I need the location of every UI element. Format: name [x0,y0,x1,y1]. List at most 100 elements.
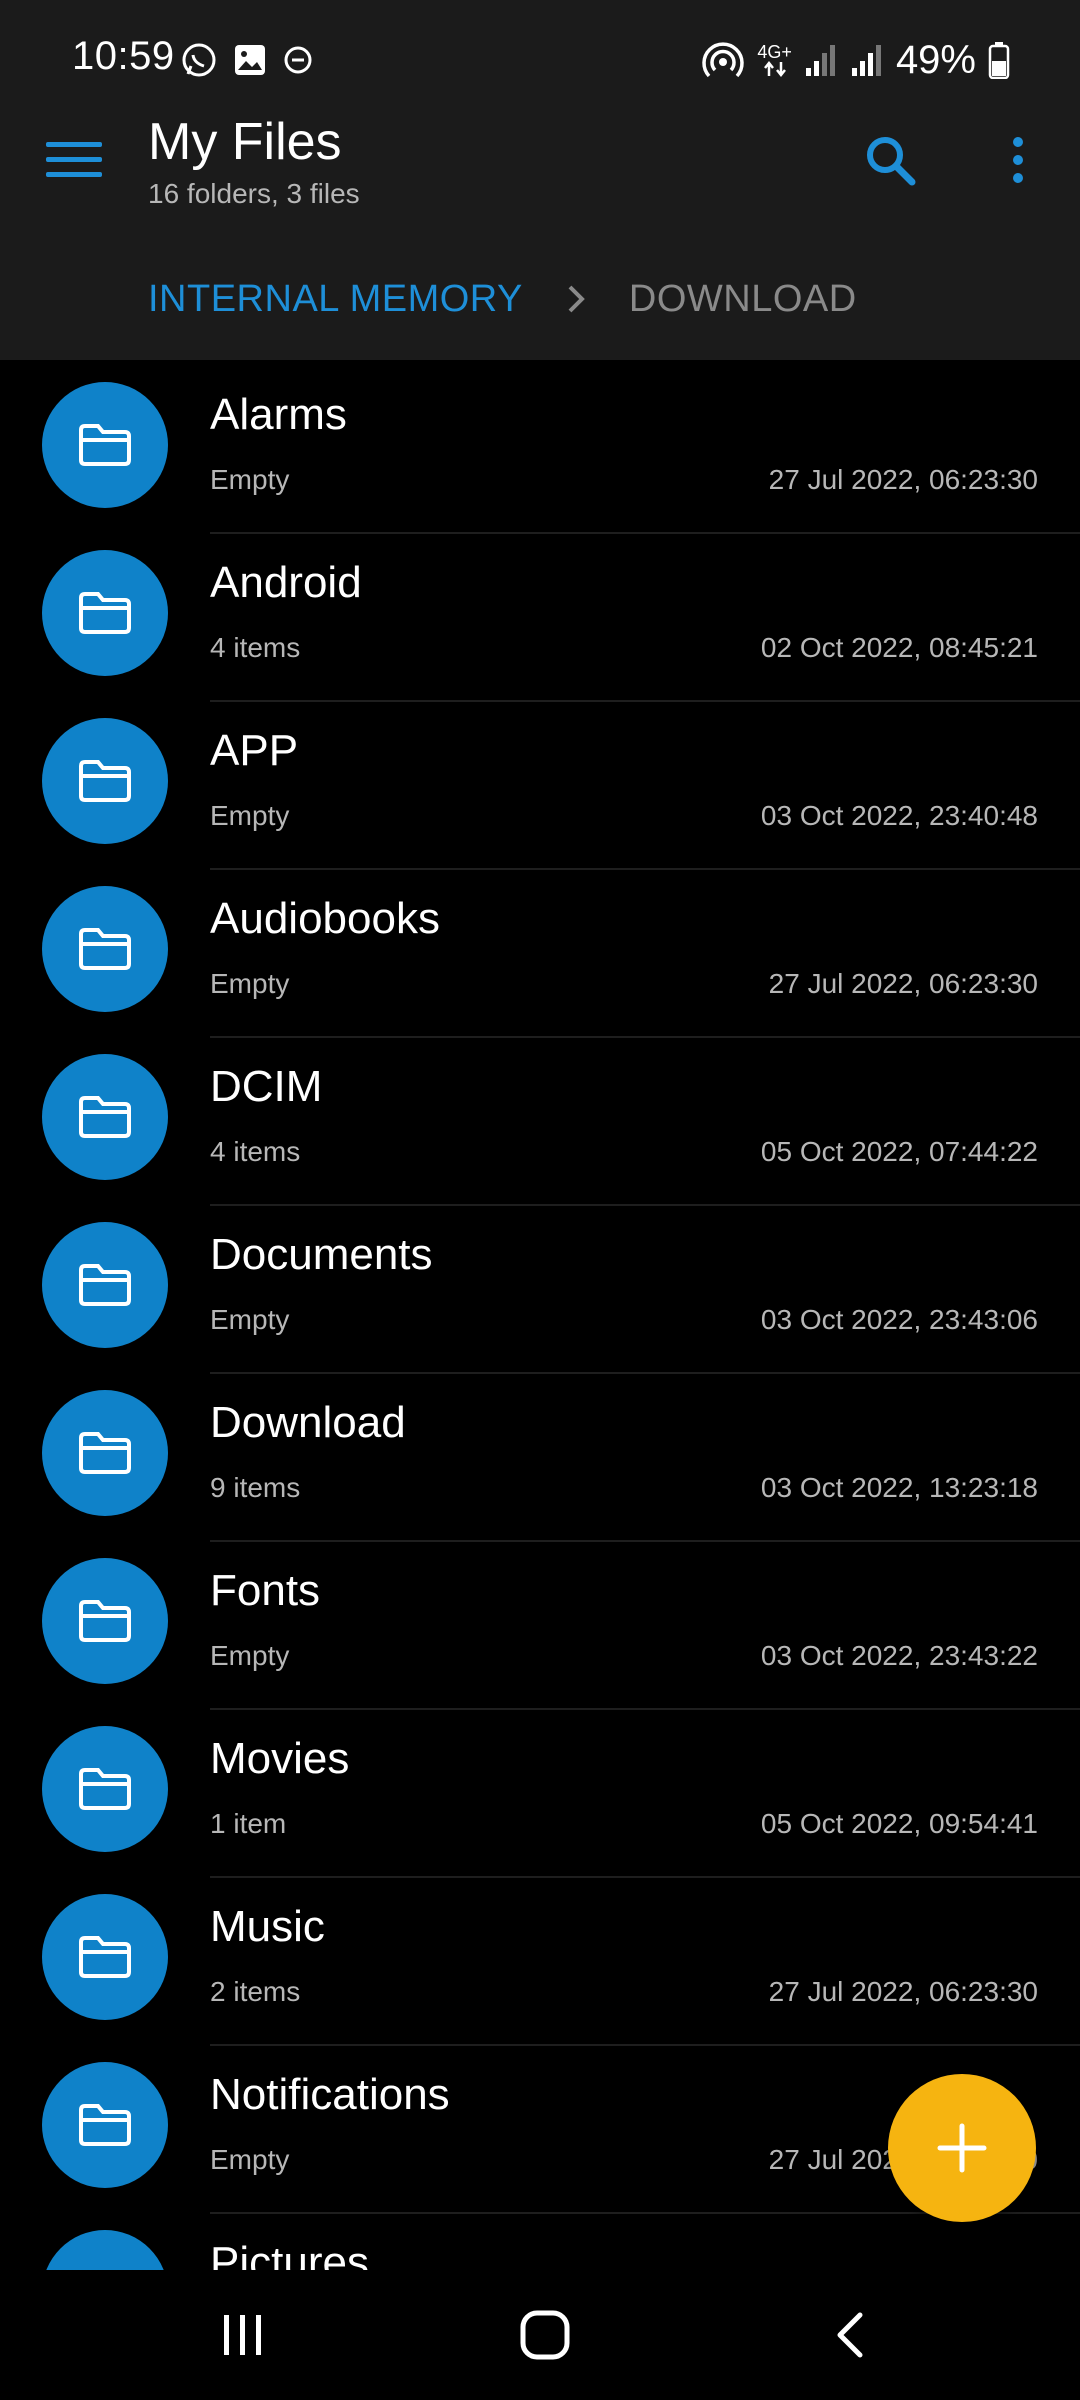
folder-date: 27 Jul 2022, 06:23:30 [768,968,1038,999]
page-title: My Files [148,113,342,171]
folder-avatar [42,550,168,676]
folder-icon [79,1600,131,1642]
folder-row[interactable]: APP Empty 03 Oct 2022, 23:40:48 [0,702,1080,870]
folder-row[interactable]: Music 2 items 27 Jul 2022, 06:23:30 [0,1878,1080,2046]
more-options-button[interactable] [1000,130,1036,190]
folder-avatar [42,718,168,844]
add-button[interactable] [888,2074,1036,2222]
hotspot-icon [702,42,745,78]
folder-item-count: Empty [210,1304,290,1335]
more-vert-icon [1013,137,1023,183]
home-icon [520,2310,570,2360]
whatsapp-icon [182,43,216,77]
folder-avatar [42,1558,168,1684]
folder-date: 03 Oct 2022, 23:43:06 [760,1304,1038,1335]
folder-row[interactable]: Download 9 items 03 Oct 2022, 13:23:18 [0,1374,1080,1542]
breadcrumb-internal-memory[interactable]: INTERNAL MEMORY [148,278,523,321]
battery-icon [988,42,1010,79]
folder-list: Alarms Empty 27 Jul 2022, 06:23:30 Andro… [0,366,1080,2270]
folder-row[interactable]: Fonts Empty 03 Oct 2022, 23:43:22 [0,1542,1080,1710]
folder-avatar [42,382,168,508]
recent-apps-icon [224,2315,261,2355]
folder-date: 05 Oct 2022, 07:44:22 [760,1136,1038,1167]
my-files-app: 10:59 4G+ 49% My Files 16 folders, 3 fil… [0,0,1080,2400]
back-button[interactable] [830,2310,870,2360]
folder-item-count: 1 item [210,1808,287,1839]
status-time: 10:59 [72,34,175,78]
breadcrumb-download: DOWNLOAD [628,277,857,320]
folder-name: Audiobooks [210,894,440,943]
do-not-disturb-icon [284,46,312,74]
folder-name: Alarms [210,390,347,439]
folder-row[interactable]: Documents Empty 03 Oct 2022, 23:43:06 [0,1206,1080,1374]
folder-row[interactable]: Pictures [0,2214,1080,2270]
folder-avatar [42,1390,168,1516]
gallery-icon [235,45,265,75]
status-bar: 10:59 4G+ 49% [0,0,1080,120]
folder-name: APP [210,726,299,775]
signal-strength-icon [805,45,835,76]
navigation-bar [0,2270,1080,2400]
folder-name: Documents [210,1230,433,1279]
folder-item-count: Empty [210,2144,290,2175]
folder-icon [79,1264,131,1306]
folder-row[interactable]: Audiobooks Empty 27 Jul 2022, 06:23:30 [0,870,1080,1038]
signal-strength-2-icon [851,45,881,76]
page-subtitle: 16 folders, 3 files [148,178,360,209]
folder-row[interactable]: Alarms Empty 27 Jul 2022, 06:23:30 [0,366,1080,534]
folder-item-count: Empty [210,800,290,831]
folder-icon [79,1096,131,1138]
home-button[interactable] [518,2308,572,2362]
folder-name: DCIM [210,1062,323,1111]
folder-date: 03 Oct 2022, 23:40:48 [760,800,1038,831]
folder-icon [79,1936,131,1978]
folder-icon [79,928,131,970]
folder-item-count: 2 items [210,1976,301,2007]
folder-icon [79,760,131,802]
data-arrows-icon [763,61,786,77]
hamburger-icon [46,142,102,177]
status-system-icons: 4G+ 49% [701,30,1010,90]
back-icon [837,2312,863,2358]
folder-avatar [42,1222,168,1348]
folder-item-count: Empty [210,968,290,999]
folder-avatar [42,1726,168,1852]
folder-date: 27 Jul 2022, 06:23:30 [768,464,1038,495]
menu-button[interactable] [46,140,102,180]
folder-row[interactable]: DCIM 4 items 05 Oct 2022, 07:44:22 [0,1038,1080,1206]
search-button[interactable] [860,130,920,190]
chevron-right-icon [568,285,585,313]
folder-name: Pictures [210,2238,369,2270]
folder-row[interactable]: Android 4 items 02 Oct 2022, 08:45:21 [0,534,1080,702]
folder-date: 03 Oct 2022, 23:43:22 [760,1640,1038,1671]
folder-item-count: 4 items [210,632,301,663]
folder-icon [79,1432,131,1474]
folder-item-count: Empty [210,1640,290,1671]
folder-item-count: 4 items [210,1136,301,1167]
folder-name: Fonts [210,1566,321,1615]
folder-item-count: Empty [210,464,290,495]
folder-icon [79,2104,131,2146]
battery-percent: 49% [895,37,976,82]
folder-name: Android [210,558,362,607]
status-notification-icons [180,40,314,80]
folder-avatar [42,1054,168,1180]
folder-item-count: 9 items [210,1472,301,1503]
folder-icon [79,592,131,634]
folder-avatar [42,1894,168,2020]
folder-icon [79,1768,131,1810]
folder-name: Download [210,1398,406,1447]
folder-avatar [42,2062,168,2188]
network-type-icon: 4G+ [757,43,792,77]
folder-name: Music [210,1902,325,1951]
folder-icon [79,424,131,466]
breadcrumb: INTERNAL MEMORY DOWNLOAD [148,274,857,324]
folder-avatar [42,2230,168,2270]
folder-date: 03 Oct 2022, 13:23:18 [760,1472,1038,1503]
recent-apps-button[interactable] [218,2310,268,2360]
plus-icon [937,2123,987,2173]
folder-row[interactable]: Movies 1 item 05 Oct 2022, 09:54:41 [0,1710,1080,1878]
search-icon [867,137,916,186]
folder-name: Movies [210,1734,350,1783]
folder-date: 05 Oct 2022, 09:54:41 [760,1808,1038,1839]
